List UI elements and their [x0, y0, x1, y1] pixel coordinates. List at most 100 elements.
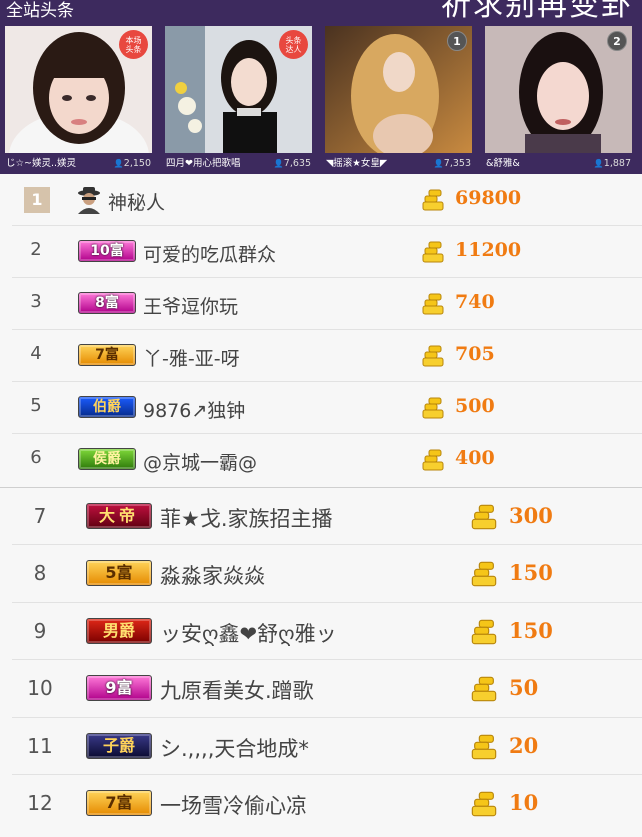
gold-coin-stack-icon: [471, 504, 497, 530]
gift-amount: 20: [509, 733, 539, 758]
rank-number: 4: [30, 343, 42, 364]
rank-number: 8: [33, 561, 47, 585]
rank-badge: 1: [447, 31, 467, 51]
gold-coin-stack-icon: [471, 791, 497, 817]
level-badge: 8富: [78, 292, 136, 314]
user-name: 九原看美女.蹭歌: [160, 679, 314, 703]
user-name: 可爱的吃瓜群众: [143, 244, 277, 266]
user-name: ッ安ღ鑫❤舒ღ雅ッ: [160, 622, 337, 646]
rank-number: 6: [30, 447, 42, 468]
gift-amount: 400: [455, 447, 495, 469]
gift-amount: 705: [455, 343, 495, 365]
gold-coin-stack-icon: [471, 676, 497, 702]
headline-banner: 全站头条 祈求别再变卦 本场 头条 じ☆~媄灵..媄灵 👤2,150 头条 达人…: [0, 0, 642, 174]
user-name: 菲★戈.家族招主播: [160, 507, 333, 531]
ranking-row[interactable]: 8 5富 淼淼家焱焱 150: [0, 545, 642, 603]
level-badge: 大帝: [86, 503, 152, 529]
gift-amount: 150: [509, 560, 553, 585]
gold-coin-stack-icon: [422, 189, 444, 211]
level-badge: 伯爵: [78, 396, 136, 418]
level-badge: 10富: [78, 240, 136, 262]
level-badge: 男爵: [86, 618, 152, 644]
ranking-row[interactable]: 11 子爵 シ.,,,,天合地成* 20: [0, 718, 642, 775]
headline-card[interactable]: 头条 达人 四月❤用心把歌唱 👤7,635: [165, 26, 312, 174]
gift-amount: 10: [509, 790, 539, 815]
streamer-name: じ☆~媄灵..媄灵: [6, 158, 77, 169]
user-name: 王爷逗你玩: [143, 296, 239, 318]
ranking-row[interactable]: 3 8富 王爷逗你玩 740: [0, 278, 642, 330]
streamer-name: &舒雅&: [486, 158, 520, 169]
rank-badge: 2: [607, 31, 627, 51]
rank-number: 10: [27, 676, 53, 700]
mystery-man-icon: [78, 187, 100, 214]
level-badge: 子爵: [86, 733, 152, 759]
gold-coin-stack-icon: [422, 293, 444, 315]
rank-number-badge: 1: [24, 187, 50, 213]
ranking-row[interactable]: 4 7富 丫-雅-亚-呀 705: [0, 330, 642, 382]
streamer-name: 四月❤用心把歌唱: [166, 158, 241, 169]
user-name: シ.,,,,天合地成*: [160, 737, 309, 761]
level-badge: 7富: [86, 790, 152, 816]
ranking-row[interactable]: 9 男爵 ッ安ღ鑫❤舒ღ雅ッ 150: [0, 603, 642, 660]
gold-coin-stack-icon: [471, 619, 497, 645]
ranking-row[interactable]: 6 侯爵 @京城一霸@ 400: [0, 434, 642, 486]
rank-number: 7: [33, 504, 47, 528]
user-name: 神秘人: [108, 192, 166, 214]
gift-amount: 740: [455, 291, 495, 313]
gold-coin-stack-icon: [471, 734, 497, 760]
gold-coin-stack-icon: [422, 345, 444, 367]
ranking-row[interactable]: 12 7富 一场雪冷偷心凉 10: [0, 775, 642, 833]
gold-coin-stack-icon: [422, 397, 444, 419]
gift-amount: 11200: [455, 239, 522, 261]
headline-card[interactable]: 本场 头条 じ☆~媄灵..媄灵 👤2,150: [5, 26, 152, 174]
user-name: 9876↗独钟: [143, 400, 246, 422]
streamer-photo[interactable]: 2: [485, 26, 632, 153]
person-icon: 👤: [113, 159, 124, 168]
viewer-count: 👤7,635: [273, 158, 311, 169]
gift-amount: 150: [509, 618, 553, 643]
rank-number: 3: [30, 291, 42, 312]
gift-amount: 300: [509, 503, 553, 528]
rank-number: 2: [30, 239, 42, 260]
viewer-count: 👤2,150: [113, 158, 151, 169]
ranking-list-bottom: 7 大帝 菲★戈.家族招主播 300 8 5富 淼淼家焱焱 150 9 男爵 ッ…: [0, 487, 642, 837]
rank-number: 11: [27, 734, 53, 758]
gift-amount: 69800: [455, 187, 522, 209]
user-name: 淼淼家焱焱: [160, 564, 265, 588]
user-name: 丫-雅-亚-呀: [143, 348, 240, 370]
viewer-count: 👤7,353: [433, 158, 471, 169]
rank-number: 12: [27, 791, 53, 815]
ranking-row[interactable]: 7 大帝 菲★戈.家族招主播 300: [0, 488, 642, 545]
gold-coin-stack-icon: [422, 449, 444, 471]
level-badge: 5富: [86, 560, 152, 586]
rank-number: 9: [33, 619, 47, 643]
headline-card[interactable]: 1 ◥摇滚★女皇◤ 👤7,353: [325, 26, 472, 174]
headline-badge: 本场 头条: [119, 30, 148, 59]
viewer-count: 👤1,887: [593, 158, 631, 169]
ranking-row[interactable]: 5 伯爵 9876↗独钟 500: [0, 382, 642, 434]
person-icon: 👤: [273, 159, 284, 168]
gold-coin-stack-icon: [471, 561, 497, 587]
user-name: 一场雪冷偷心凉: [160, 794, 307, 818]
streamer-photo[interactable]: 1: [325, 26, 472, 153]
person-icon: 👤: [593, 159, 604, 168]
level-badge: 侯爵: [78, 448, 136, 470]
headline-badge: 头条 达人: [279, 30, 308, 59]
ranking-row[interactable]: 1 神秘人 69800: [0, 174, 642, 226]
ranking-list-top: 1 神秘人 69800 2 10富 可爱的吃瓜群众 11200 3 8富 王爷逗…: [0, 174, 642, 487]
ranking-row[interactable]: 10 9富 九原看美女.蹭歌 50: [0, 660, 642, 718]
level-badge: 9富: [86, 675, 152, 701]
streamer-name: ◥摇滚★女皇◤: [326, 158, 388, 169]
streamer-photo[interactable]: 头条 达人: [165, 26, 312, 153]
headline-cards: 本场 头条 じ☆~媄灵..媄灵 👤2,150 头条 达人 四月❤用心把歌唱 👤7…: [5, 26, 642, 174]
person-icon: 👤: [433, 159, 444, 168]
gift-amount: 50: [509, 675, 539, 700]
user-name: @京城一霸@: [143, 452, 258, 474]
rank-number: 5: [30, 395, 42, 416]
banner-title: 全站头条: [6, 1, 74, 21]
headline-card[interactable]: 2 &舒雅& 👤1,887: [485, 26, 632, 174]
banner-marquee: 祈求别再变卦: [441, 0, 633, 22]
ranking-row[interactable]: 2 10富 可爱的吃瓜群众 11200: [0, 226, 642, 278]
streamer-photo[interactable]: 本场 头条: [5, 26, 152, 153]
gift-amount: 500: [455, 395, 495, 417]
